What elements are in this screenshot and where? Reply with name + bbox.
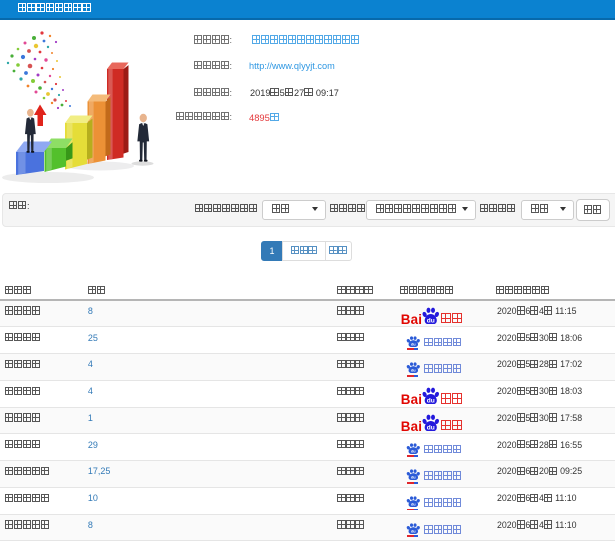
svg-text:du: du xyxy=(411,503,416,507)
svg-text:du: du xyxy=(426,317,434,324)
svg-text:du: du xyxy=(411,342,416,346)
svg-text:du: du xyxy=(411,369,416,373)
svg-text:du: du xyxy=(411,449,416,453)
svg-text:du: du xyxy=(411,529,416,533)
svg-text:du: du xyxy=(426,397,434,404)
svg-text:du: du xyxy=(426,424,434,431)
svg-text:du: du xyxy=(411,476,416,480)
